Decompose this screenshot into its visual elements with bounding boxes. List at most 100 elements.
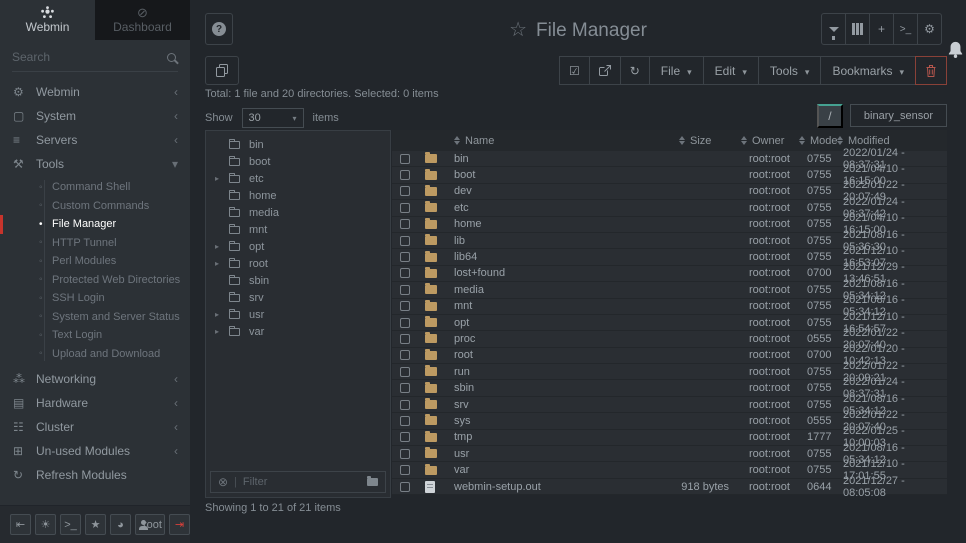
breadcrumb-root-button[interactable]: / — [817, 104, 843, 128]
file-name[interactable]: home — [446, 218, 677, 230]
export-button[interactable] — [589, 56, 621, 85]
logout-button[interactable]: ⇥ — [169, 514, 190, 535]
row-checkbox[interactable] — [400, 449, 410, 459]
select-all-button[interactable]: ☑ — [559, 56, 590, 85]
terminal-button[interactable]: >_ — [893, 13, 918, 45]
file-name[interactable]: srv — [446, 399, 677, 411]
column-header-mode[interactable]: Mode — [795, 135, 835, 147]
row-checkbox[interactable] — [400, 416, 410, 426]
sidebar-item-protected-web-directories[interactable]: ◦ Protected Web Directories — [0, 271, 190, 290]
tree-item-media[interactable]: media — [206, 204, 390, 221]
column-header-size[interactable]: Size — [677, 135, 737, 147]
expand-arrow-icon[interactable]: ▸ — [215, 259, 226, 268]
tools-menu-button[interactable]: Tools — [758, 56, 822, 85]
row-checkbox[interactable] — [400, 236, 410, 246]
row-checkbox[interactable] — [400, 432, 410, 442]
edit-menu-button[interactable]: Edit — [703, 56, 759, 85]
row-checkbox[interactable] — [400, 154, 410, 164]
collapse-sidebar-button[interactable]: ⇤ — [10, 514, 31, 535]
row-checkbox[interactable] — [400, 268, 410, 278]
page-size-select[interactable]: 30 — [242, 108, 304, 128]
expand-arrow-icon[interactable]: ▸ — [215, 327, 226, 336]
notifications-bell-icon[interactable] — [946, 40, 965, 65]
filter-button[interactable] — [821, 13, 846, 45]
file-name[interactable]: etc — [446, 202, 677, 214]
file-name[interactable]: var — [446, 464, 677, 476]
tree-item-mnt[interactable]: mnt — [206, 221, 390, 238]
sidebar-item-refresh-modules[interactable]: ↻ Refresh Modules — [0, 463, 190, 487]
sidebar-item-upload-and-download[interactable]: ◦ Upload and Download — [0, 345, 190, 364]
row-checkbox[interactable] — [400, 219, 410, 229]
sidebar-item-custom-commands[interactable]: ◦ Custom Commands — [0, 197, 190, 216]
copy-path-button[interactable] — [205, 56, 239, 85]
clear-filter-icon[interactable]: ⊗ — [218, 475, 228, 489]
file-name[interactable]: boot — [446, 169, 677, 181]
sidebar-item-text-login[interactable]: ◦ Text Login — [0, 326, 190, 345]
sidebar-item-system[interactable]: ▢ System ‹ — [0, 104, 190, 128]
help-button[interactable]: ? — [205, 13, 233, 45]
expand-arrow-icon[interactable]: ▸ — [215, 174, 226, 183]
row-checkbox[interactable] — [400, 383, 410, 393]
expand-arrow-icon[interactable]: ▸ — [215, 242, 226, 251]
sidebar-item-servers[interactable]: ≡ Servers ‹ — [0, 128, 190, 152]
row-checkbox[interactable] — [400, 170, 410, 180]
column-header-owner[interactable]: Owner — [737, 135, 795, 147]
tree-item-usr[interactable]: ▸ usr — [206, 306, 390, 323]
sidebar-item-tools[interactable]: ⚒ Tools ▾ — [0, 152, 190, 176]
sidebar-item-cluster[interactable]: ☷ Cluster ‹ — [0, 415, 190, 439]
row-checkbox[interactable] — [400, 252, 410, 262]
row-checkbox[interactable] — [400, 334, 410, 344]
sidebar-item-un-used-modules[interactable]: ⊞ Un-used Modules ‹ — [0, 439, 190, 463]
sidebar-item-system-and-server-status[interactable]: ◦ System and Server Status — [0, 308, 190, 327]
file-name[interactable]: usr — [446, 448, 677, 460]
user-button[interactable]: root — [135, 514, 165, 535]
refresh-button[interactable]: ↻ — [620, 56, 650, 85]
file-name[interactable]: lost+found — [446, 267, 677, 279]
folder-icon[interactable] — [367, 478, 378, 486]
breadcrumb-path-box[interactable]: binary_sensor — [850, 104, 947, 127]
file-name[interactable]: opt — [446, 317, 677, 329]
expand-arrow-icon[interactable]: ▸ — [215, 310, 226, 319]
row-checkbox[interactable] — [400, 465, 410, 475]
file-name[interactable]: webmin-setup.out — [446, 481, 677, 493]
delete-button[interactable] — [915, 56, 947, 85]
sidebar-item-file-manager[interactable]: • File Manager — [0, 215, 190, 234]
row-checkbox[interactable] — [400, 318, 410, 328]
table-row[interactable]: webmin-setup.out 918 bytes root:root 064… — [392, 479, 947, 495]
palette-button[interactable]: ◕ — [110, 514, 131, 535]
tree-filter-input[interactable] — [243, 476, 361, 488]
file-name[interactable]: run — [446, 366, 677, 378]
favorites-button[interactable]: ★ — [85, 514, 106, 535]
row-checkbox[interactable] — [400, 367, 410, 377]
file-name[interactable]: dev — [446, 185, 677, 197]
tree-item-srv[interactable]: srv — [206, 289, 390, 306]
tree-item-boot[interactable]: boot — [206, 153, 390, 170]
sort-icon[interactable] — [741, 136, 747, 145]
file-name[interactable]: bin — [446, 153, 677, 165]
file-name[interactable]: sys — [446, 415, 677, 427]
sidebar-item-perl-modules[interactable]: ◦ Perl Modules — [0, 252, 190, 271]
tree-item-opt[interactable]: ▸ opt — [206, 238, 390, 255]
file-menu-button[interactable]: File — [649, 56, 704, 85]
row-checkbox[interactable] — [400, 301, 410, 311]
sidebar-item-networking[interactable]: ⁂ Networking ‹ — [0, 367, 190, 391]
tree-item-etc[interactable]: ▸ etc — [206, 170, 390, 187]
sidebar-item-hardware[interactable]: ▤ Hardware ‹ — [0, 391, 190, 415]
sidebar-item-webmin[interactable]: ⚙ Webmin ‹ — [0, 80, 190, 104]
file-name[interactable]: sbin — [446, 382, 677, 394]
sidebar-item-ssh-login[interactable]: ◦ SSH Login — [0, 289, 190, 308]
tab-dashboard[interactable]: ⊘ Dashboard — [95, 0, 190, 40]
file-name[interactable]: lib64 — [446, 251, 677, 263]
row-checkbox[interactable] — [400, 203, 410, 213]
row-checkbox[interactable] — [400, 285, 410, 295]
sort-icon[interactable] — [799, 136, 805, 145]
settings-button[interactable]: ⚙ — [917, 13, 942, 45]
row-checkbox[interactable] — [400, 186, 410, 196]
row-checkbox[interactable] — [400, 482, 410, 492]
sort-icon[interactable] — [454, 136, 460, 145]
column-header-name[interactable]: Name — [446, 135, 677, 147]
file-name[interactable]: tmp — [446, 431, 677, 443]
tree-item-sbin[interactable]: sbin — [206, 272, 390, 289]
bookmarks-menu-button[interactable]: Bookmarks — [820, 56, 916, 85]
file-name[interactable]: media — [446, 284, 677, 296]
